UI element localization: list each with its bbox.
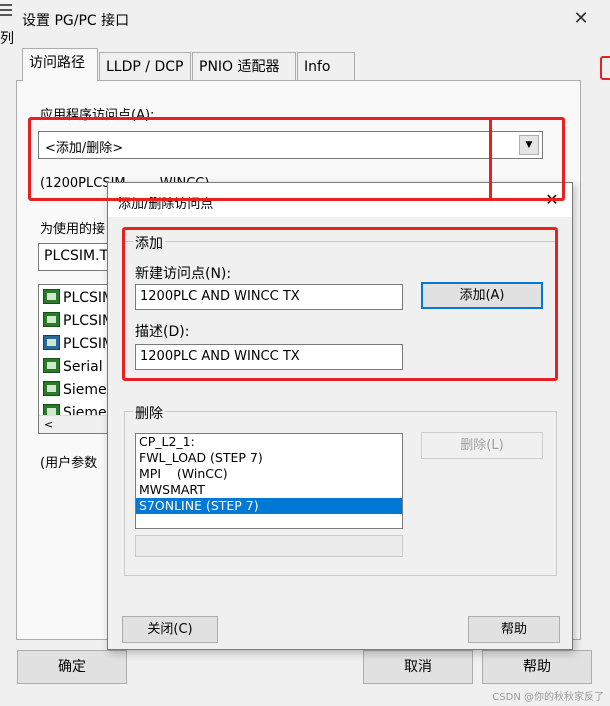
network-adapter-icon bbox=[43, 312, 60, 327]
help-button[interactable]: 帮助 bbox=[468, 616, 560, 643]
delete-group-title: 删除 bbox=[133, 403, 165, 423]
access-point-list[interactable]: CP_L2_1: FWL_LOAD (STEP 7) MPI (WinCC) M… bbox=[135, 433, 403, 529]
interface-label: 为使用的接 bbox=[40, 222, 106, 237]
delete-description-field bbox=[135, 535, 403, 557]
watermark: CSDN @你的秋秋家反了 bbox=[492, 692, 604, 703]
tab-pnio-adapter[interactable]: PNIO 适配器 bbox=[192, 52, 296, 80]
network-adapter-icon bbox=[43, 335, 60, 350]
interface-list[interactable]: PLCSIM PLCSIM PLCSIM Serial Siemens Siem… bbox=[38, 284, 118, 434]
horizontal-scrollbar[interactable]: < bbox=[39, 415, 117, 433]
add-group-title: 添加 bbox=[133, 233, 165, 253]
list-item[interactable]: PLCSIM bbox=[43, 289, 114, 309]
sub-dialog-titlebar: 添加/删除访问点 ✕ bbox=[108, 183, 572, 217]
new-access-point-input[interactable]: 1200PLC AND WINCC TX bbox=[135, 284, 403, 310]
access-point-value: <添加/删除> bbox=[45, 141, 124, 156]
network-adapter-icon bbox=[43, 289, 60, 304]
close-icon[interactable]: ✕ bbox=[570, 8, 592, 30]
chevron-down-icon[interactable]: ▼ bbox=[519, 135, 539, 155]
tab-lldp-dcp[interactable]: LLDP / DCP bbox=[99, 52, 191, 80]
delete-button[interactable]: 删除(L) bbox=[421, 432, 543, 459]
close-button[interactable]: 关闭(C) bbox=[122, 616, 218, 643]
description-input[interactable]: 1200PLC AND WINCC TX bbox=[135, 344, 403, 370]
close-icon[interactable]: ✕ bbox=[542, 190, 562, 210]
tab-info[interactable]: Info bbox=[297, 52, 355, 80]
new-access-point-label: 新建访问点(N): bbox=[135, 266, 232, 282]
cancel-button[interactable]: 取消 bbox=[363, 650, 473, 684]
list-item[interactable]: PLCSIM bbox=[43, 312, 114, 332]
scroll-left-icon[interactable]: < bbox=[44, 418, 53, 431]
help-button[interactable]: 帮助 bbox=[482, 650, 592, 684]
network-adapter-icon bbox=[43, 358, 60, 373]
access-point-label: 应用程序访问点(A): bbox=[40, 108, 155, 123]
network-adapter-icon bbox=[43, 381, 60, 396]
list-item[interactable]: PLCSIM bbox=[43, 335, 114, 355]
access-point-combobox[interactable]: <添加/删除> ▼ bbox=[38, 131, 543, 159]
interface-field: PLCSIM.T bbox=[38, 243, 118, 271]
sub-dialog-title: 添加/删除访问点 bbox=[118, 197, 214, 212]
menu-icon bbox=[0, 4, 12, 18]
tab-access-path[interactable]: 访问路径 bbox=[22, 48, 98, 81]
list-item[interactable]: FWL_LOAD (STEP 7) bbox=[136, 450, 402, 466]
description-label: 描述(D): bbox=[135, 324, 190, 340]
list-item[interactable]: CP_L2_1: bbox=[136, 434, 402, 450]
list-item[interactable]: Serial bbox=[43, 358, 103, 378]
list-item-selected[interactable]: S7ONLINE (STEP 7) bbox=[136, 498, 402, 514]
list-item[interactable]: MWSMART bbox=[136, 482, 402, 498]
ok-button[interactable]: 确定 bbox=[17, 650, 127, 684]
dialog-title: 设置 PG/PC 接口 bbox=[22, 13, 130, 29]
add-remove-access-point-dialog: 添加/删除访问点 ✕ 添加 新建访问点(N): 1200PLC AND WINC… bbox=[107, 182, 573, 650]
add-button[interactable]: 添加(A) bbox=[421, 282, 543, 309]
user-params-label: (用户参数 bbox=[40, 456, 98, 471]
list-item[interactable]: MPI (WinCC) bbox=[136, 466, 402, 482]
edge-text: 列 bbox=[0, 31, 14, 47]
